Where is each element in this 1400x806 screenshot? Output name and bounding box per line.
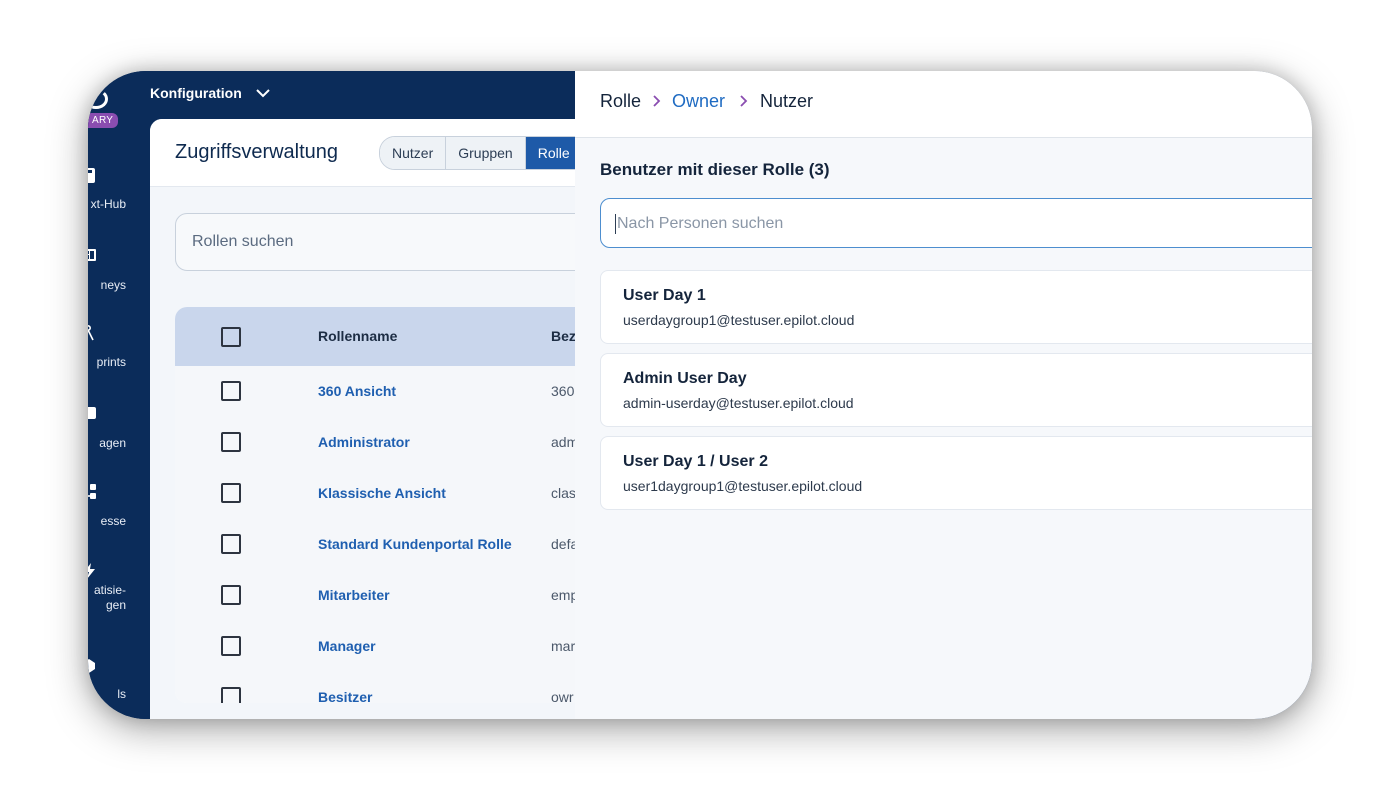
row-checkbox[interactable] (221, 483, 241, 503)
environment-badge: ARY (88, 113, 119, 128)
sidebar-item-label: esse (100, 514, 126, 528)
row-checkbox[interactable] (221, 381, 241, 401)
role-slug: owr (551, 689, 574, 703)
user-name: User Day 1 (623, 287, 706, 304)
breadcrumb-rolle[interactable]: Rolle (600, 91, 641, 112)
sidebar-item-label: atisie- gen (93, 583, 126, 612)
automatisierungen-icon (88, 563, 95, 578)
tab-nutzer[interactable]: Nutzer (380, 137, 447, 169)
drawer-header: Rolle Owner Nutzer (575, 71, 1312, 138)
logo-icon (88, 89, 108, 109)
sidebar-item-label: neys (100, 278, 126, 292)
user-list-item[interactable]: User Day 1 / User 2 user1daygroup1@testu… (600, 436, 1312, 510)
select-all-checkbox[interactable] (221, 327, 241, 347)
row-checkbox[interactable] (221, 687, 241, 703)
blueprints-icon (88, 325, 94, 341)
row-checkbox[interactable] (221, 636, 241, 656)
tools-icon (88, 659, 95, 673)
prozesse-icon (88, 484, 96, 499)
chevron-right-icon (740, 95, 748, 107)
role-name-link[interactable]: Standard Kundenportal Rolle (318, 536, 512, 552)
journeys-icon (88, 249, 96, 261)
role-name-link[interactable]: Administrator (318, 434, 410, 450)
role-name-link[interactable]: Klassische Ansicht (318, 485, 446, 501)
anfragen-icon (88, 407, 96, 419)
row-checkbox[interactable] (221, 432, 241, 452)
row-checkbox[interactable] (221, 585, 241, 605)
role-slug: clas (551, 485, 576, 501)
user-email: userdaygroup1@testuser.epilot.cloud (623, 312, 855, 328)
user-name: Admin User Day (623, 370, 747, 387)
sidebar-item-label: agen (99, 436, 126, 450)
chevron-right-icon (653, 95, 661, 107)
app-window: ARY xt-Hub neys prints agen esse atisie-… (88, 71, 1312, 719)
people-search (600, 198, 1312, 248)
section-heading: Benutzer mit dieser Rolle (3) (600, 160, 830, 179)
sidebar: ARY xt-Hub neys prints agen esse atisie-… (88, 71, 150, 719)
role-name-link[interactable]: Manager (318, 638, 376, 654)
user-list-item[interactable]: Admin User Day admin-userday@testuser.ep… (600, 353, 1312, 427)
user-name: User Day 1 / User 2 (623, 453, 768, 470)
access-tabs: Nutzer Gruppen Rolle (379, 136, 591, 170)
breadcrumb-nutzer: Nutzer (760, 91, 814, 111)
sidebar-item-label: prints (96, 355, 126, 369)
role-users-drawer: Rolle Owner Nutzer Benutzer mit dieser R… (575, 71, 1312, 719)
user-list-item[interactable]: User Day 1 userdaygroup1@testuser.epilot… (600, 270, 1312, 344)
user-email: admin-userday@testuser.epilot.cloud (623, 395, 854, 411)
column-header-rollenname[interactable]: Rollenname (318, 328, 397, 344)
page-title: Zugriffsverwaltung (175, 141, 339, 163)
role-slug: 360 (551, 383, 575, 399)
column-header-bezeichnung[interactable]: Bez (551, 328, 576, 344)
role-name-link[interactable]: Mitarbeiter (318, 587, 390, 603)
row-checkbox[interactable] (221, 534, 241, 554)
workspace-selector[interactable]: Konfiguration (150, 85, 242, 101)
sidebar-item-label: xt-Hub (90, 197, 126, 211)
role-name-link[interactable]: 360 Ansicht (318, 383, 396, 399)
product-hub-icon (88, 168, 95, 183)
chevron-down-icon[interactable] (256, 88, 270, 98)
breadcrumb-owner[interactable]: Owner (672, 91, 725, 112)
people-search-input[interactable] (615, 214, 1299, 234)
role-slug: mar (551, 638, 576, 654)
user-email: user1daygroup1@testuser.epilot.cloud (623, 478, 863, 494)
sidebar-item-label: ls (117, 687, 126, 701)
tab-gruppen[interactable]: Gruppen (446, 137, 526, 169)
role-name-link[interactable]: Besitzer (318, 689, 372, 703)
